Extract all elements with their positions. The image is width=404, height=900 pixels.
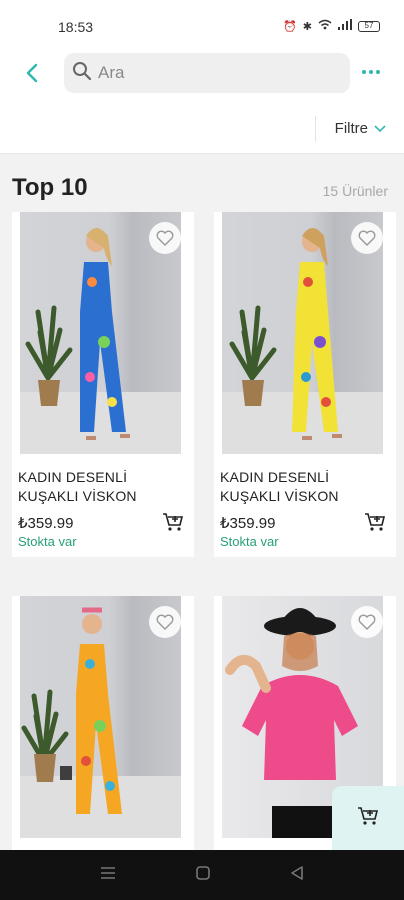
- top-bar: Ara: [0, 48, 404, 100]
- stock-status: Stokta var: [220, 534, 279, 549]
- alarm-icon: ⏰: [283, 20, 297, 33]
- product-card[interactable]: [12, 596, 194, 850]
- stock-status: Stokta var: [18, 534, 77, 549]
- status-icons: ⏰ ✱ 57: [283, 19, 380, 33]
- wifi-icon: [318, 19, 332, 33]
- floating-cart-button[interactable]: [332, 786, 404, 850]
- add-to-cart-icon[interactable]: [364, 512, 386, 532]
- product-card[interactable]: KADIN DESENLİ KUŞAKLI VİSKON ₺359.99 Sto…: [12, 212, 194, 557]
- bluetooth-icon: ✱: [302, 20, 312, 33]
- favorite-heart-icon[interactable]: [149, 222, 181, 254]
- product-name: KADIN DESENLİ KUŞAKLI VİSKON: [18, 469, 137, 504]
- search-icon: [72, 61, 92, 86]
- system-nav-bar: [0, 850, 404, 900]
- product-name: KADIN DESENLİ KUŞAKLI VİSKON: [220, 469, 339, 504]
- product-image: [20, 212, 181, 454]
- status-bar: 18:53 ⏰ ✱ 57: [0, 0, 404, 48]
- favorite-heart-icon[interactable]: [149, 606, 181, 638]
- back-icon[interactable]: [289, 865, 305, 886]
- filter-divider: [315, 116, 316, 142]
- favorite-heart-icon[interactable]: [351, 222, 383, 254]
- chevron-down-icon: [374, 120, 386, 137]
- product-count: 15 Ürünler: [322, 183, 388, 199]
- favorite-heart-icon[interactable]: [351, 606, 383, 638]
- back-arrow-icon[interactable]: [22, 62, 44, 84]
- signal-icon: [338, 19, 352, 33]
- filter-bar: Filtre: [0, 100, 404, 154]
- search-placeholder: Ara: [98, 63, 125, 82]
- product-price: ₺359.99: [220, 515, 276, 532]
- product-image: [20, 596, 181, 838]
- add-to-cart-icon[interactable]: [162, 512, 184, 532]
- search-input[interactable]: Ara: [64, 53, 350, 93]
- status-time: 18:53: [58, 19, 94, 35]
- more-options-icon[interactable]: [362, 62, 386, 82]
- home-icon[interactable]: [195, 865, 211, 886]
- product-image: [222, 212, 383, 454]
- filter-button[interactable]: Filtre: [335, 120, 386, 137]
- menu-icon[interactable]: [99, 866, 117, 885]
- cart-icon: [357, 806, 379, 831]
- section-title: Top 10: [12, 174, 88, 201]
- filter-label: Filtre: [334, 120, 368, 137]
- battery-icon: 57: [358, 20, 380, 32]
- product-price: ₺359.99: [18, 515, 74, 532]
- product-card[interactable]: KADIN DESENLİ KUŞAKLI VİSKON ₺359.99 Sto…: [214, 212, 396, 557]
